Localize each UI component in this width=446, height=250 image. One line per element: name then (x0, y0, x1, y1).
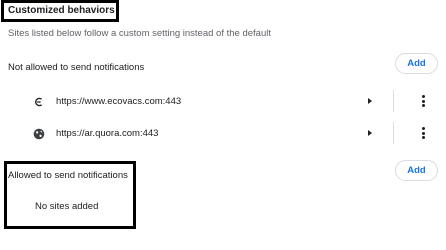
chevron-right-icon[interactable] (368, 130, 372, 136)
add-blocked-site-button[interactable]: Add (395, 53, 438, 74)
globe-icon (33, 128, 45, 140)
notification-settings-panel: Customized behaviors Sites listed below … (0, 0, 446, 250)
blocked-site-row-ecovacs[interactable]: https://www.ecovacs.com:443 (0, 90, 446, 120)
allowed-section-label: Allowed to send notifications (8, 170, 128, 181)
row-divider (393, 90, 394, 112)
site-url: https://www.ecovacs.com:443 (56, 96, 182, 107)
chevron-right-icon[interactable] (368, 98, 372, 104)
add-allowed-site-button[interactable]: Add (395, 160, 438, 181)
section-heading: Customized behaviors (8, 5, 115, 16)
blocked-section-label: Not allowed to send notifications (8, 62, 145, 73)
more-actions-icon[interactable] (422, 127, 426, 140)
section-description: Sites listed below follow a custom setti… (8, 28, 271, 39)
more-actions-icon[interactable] (422, 95, 426, 108)
site-url: https://ar.quora.com:443 (56, 128, 159, 139)
empty-list-message: No sites added (35, 201, 99, 212)
blocked-site-row-quora[interactable]: https://ar.quora.com:443 (0, 122, 446, 152)
ecovacs-favicon-icon (33, 96, 45, 108)
row-divider (393, 122, 394, 144)
